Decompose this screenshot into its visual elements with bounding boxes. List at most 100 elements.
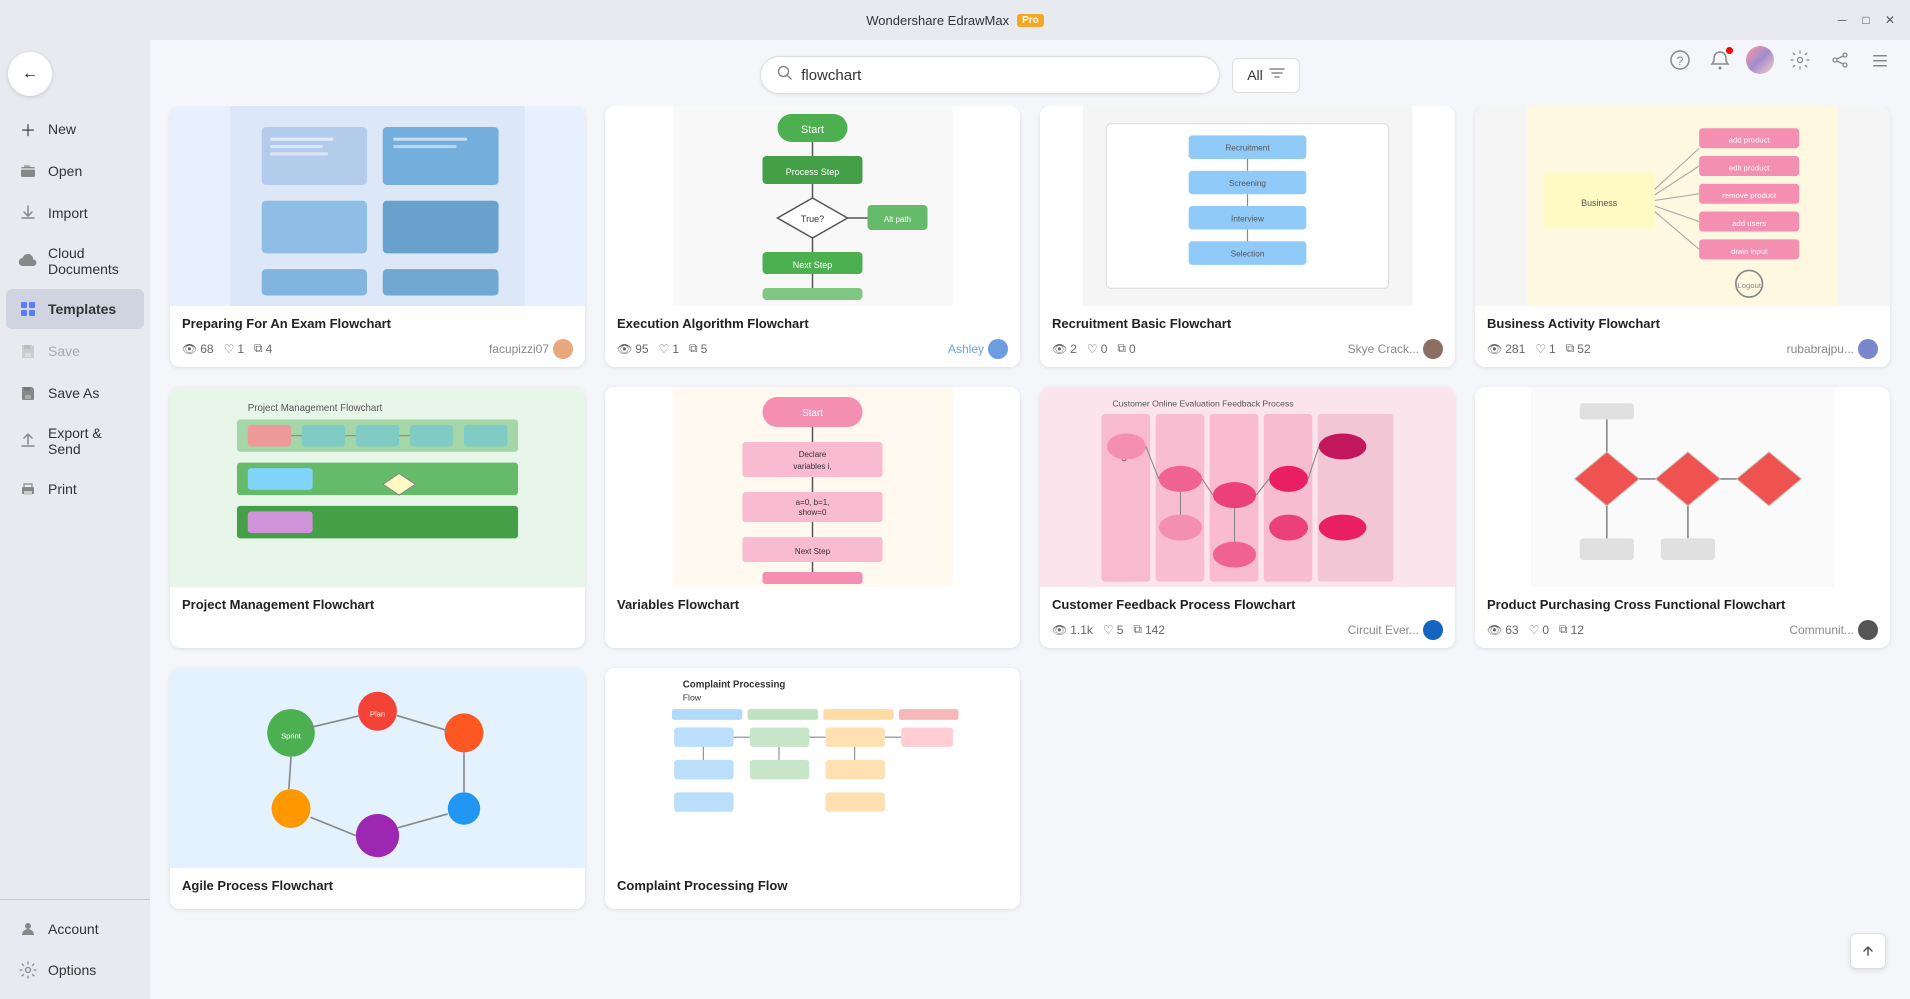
sidebar-label-save: Save: [48, 343, 80, 359]
svg-text:Screening: Screening: [1229, 179, 1266, 188]
sidebar-item-templates[interactable]: Templates: [6, 289, 144, 329]
sidebar-item-open[interactable]: Open: [6, 151, 144, 191]
template-thumb: Sprint Plan: [170, 668, 585, 868]
svg-text:Next Step: Next Step: [793, 260, 833, 270]
sidebar-item-cloud[interactable]: Cloud Documents: [6, 235, 144, 287]
import-icon: [18, 203, 38, 223]
views-count: 👁 68: [182, 342, 214, 356]
settings-icon[interactable]: [1786, 46, 1814, 74]
svg-text:variables i,: variables i,: [793, 462, 831, 471]
template-info: Variables Flowchart: [605, 587, 1020, 628]
options-icon: [18, 960, 38, 980]
svg-text:show=0: show=0: [799, 508, 827, 517]
sidebar-item-new[interactable]: ＋ New: [6, 109, 144, 149]
sidebar-label-print: Print: [48, 481, 77, 497]
svg-text:Project Management Flowchart: Project Management Flowchart: [248, 403, 383, 414]
copy-icon: ⧉: [1566, 341, 1575, 356]
likes-count: ♡ 0: [1087, 342, 1107, 356]
template-thumb: Customer Online Evaluation Feedback Proc…: [1040, 387, 1455, 587]
sidebar-label-new: New: [48, 121, 76, 137]
svg-text:?: ?: [1677, 54, 1684, 68]
templates-icon: [18, 299, 38, 319]
template-card-variables[interactable]: Start Declare variables i, a=0, b=1, sho…: [605, 387, 1020, 648]
maximize-button[interactable]: □: [1858, 12, 1874, 28]
svg-text:Sprint: Sprint: [281, 731, 302, 740]
scroll-top-button[interactable]: [1850, 933, 1886, 969]
copy-icon: ⧉: [1133, 622, 1142, 637]
author: Ashley: [948, 339, 1008, 359]
print-icon: [18, 479, 38, 499]
sidebar-label-open: Open: [48, 163, 82, 179]
template-title: Agile Process Flowchart: [182, 878, 573, 895]
cloud-icon: [18, 251, 38, 271]
svg-text:Selection: Selection: [1231, 250, 1265, 259]
share-icon[interactable]: [1826, 46, 1854, 74]
open-icon: [18, 161, 38, 181]
sidebar-item-options[interactable]: Options: [6, 950, 144, 990]
window-controls: ─ □ ✕: [1834, 12, 1898, 28]
template-meta: 👁 95 ♡ 1 ⧉ 5 Ashley: [617, 339, 1008, 359]
sidebar-item-export[interactable]: Export & Send: [6, 415, 144, 467]
template-card-customer-feedback[interactable]: Customer Online Evaluation Feedback Proc…: [1040, 387, 1455, 648]
preferences-icon[interactable]: [1866, 46, 1894, 74]
likes-count: ♡ 5: [1103, 623, 1123, 637]
template-card-complaint-processing[interactable]: Complaint Processing Flow: [605, 668, 1020, 909]
template-card-product-purchasing[interactable]: Product Purchasing Cross Functional Flow…: [1475, 387, 1890, 648]
author-name: facupizzi07: [489, 342, 549, 356]
sidebar-item-import[interactable]: Import: [6, 193, 144, 233]
minimize-button[interactable]: ─: [1834, 12, 1850, 28]
copy-icon: ⧉: [1117, 341, 1126, 356]
sidebar-item-account[interactable]: Account: [6, 909, 144, 949]
template-meta: 👁 68 ♡ 1 ⧉ 4 facupizzi07: [182, 339, 573, 359]
svg-text:add users: add users: [1732, 219, 1766, 228]
copies-count: ⧉ 4: [254, 341, 272, 356]
sidebar-footer: Account Options: [0, 899, 150, 991]
template-info: Preparing For An Exam Flowchart 👁 68 ♡ 1…: [170, 306, 585, 367]
sidebar-label-cloud: Cloud Documents: [48, 245, 132, 277]
svg-text:Declare: Declare: [799, 450, 827, 459]
eye-icon: 👁: [1487, 623, 1502, 637]
copy-icon: ⧉: [1559, 622, 1568, 637]
pro-badge: Pro: [1017, 14, 1044, 27]
views-count: 👁 281: [1487, 342, 1525, 356]
heart-icon: ♡: [659, 342, 670, 356]
template-info: Project Management Flowchart: [170, 587, 585, 628]
template-card-agile[interactable]: Sprint Plan: [170, 668, 585, 909]
template-card-project-management[interactable]: Project Management Flowchart: [170, 387, 585, 648]
template-thumb: [170, 106, 585, 306]
template-thumb: Recruitment Screening Interview Selectio…: [1040, 106, 1455, 306]
template-title: Execution Algorithm Flowchart: [617, 316, 1008, 333]
new-icon: ＋: [18, 119, 38, 139]
author-avatar: [553, 339, 573, 359]
likes-count: ♡ 1: [1535, 342, 1555, 356]
author-name: Communit...: [1789, 623, 1854, 637]
author-avatar: [1423, 339, 1443, 359]
filter-button[interactable]: All: [1232, 58, 1300, 93]
svg-text:Logout: Logout: [1737, 281, 1762, 290]
copies-count: ⧉ 142: [1133, 622, 1165, 637]
search-box[interactable]: [760, 56, 1220, 94]
search-container: All: [150, 40, 1910, 106]
search-input[interactable]: [801, 67, 1203, 84]
template-card-business-activity[interactable]: add product edit product remove product …: [1475, 106, 1890, 367]
close-button[interactable]: ✕: [1882, 12, 1898, 28]
user-avatar[interactable]: [1746, 46, 1774, 74]
notification-icon[interactable]: [1706, 46, 1734, 74]
sidebar-item-print[interactable]: Print: [6, 469, 144, 509]
back-button[interactable]: ←: [8, 52, 52, 96]
svg-text:add product: add product: [1729, 136, 1771, 145]
sidebar-item-saveas[interactable]: Save As: [6, 373, 144, 413]
author: Communit...: [1789, 620, 1878, 640]
copy-icon: ⧉: [689, 341, 698, 356]
heart-icon: ♡: [224, 342, 235, 356]
template-title: Business Activity Flowchart: [1487, 316, 1878, 333]
template-title: Complaint Processing Flow: [617, 878, 1008, 895]
eye-icon: 👁: [182, 342, 197, 356]
template-title: Customer Feedback Process Flowchart: [1052, 597, 1443, 614]
template-card-preparing-exam[interactable]: Preparing For An Exam Flowchart 👁 68 ♡ 1…: [170, 106, 585, 367]
help-icon[interactable]: ?: [1666, 46, 1694, 74]
template-meta: 👁 1.1k ♡ 5 ⧉ 142 Circuit Ever...: [1052, 620, 1443, 640]
heart-icon: ♡: [1087, 342, 1098, 356]
template-card-execution-algorithm[interactable]: Start Process Step True? Next Step: [605, 106, 1020, 367]
template-card-recruitment[interactable]: Recruitment Screening Interview Selectio…: [1040, 106, 1455, 367]
